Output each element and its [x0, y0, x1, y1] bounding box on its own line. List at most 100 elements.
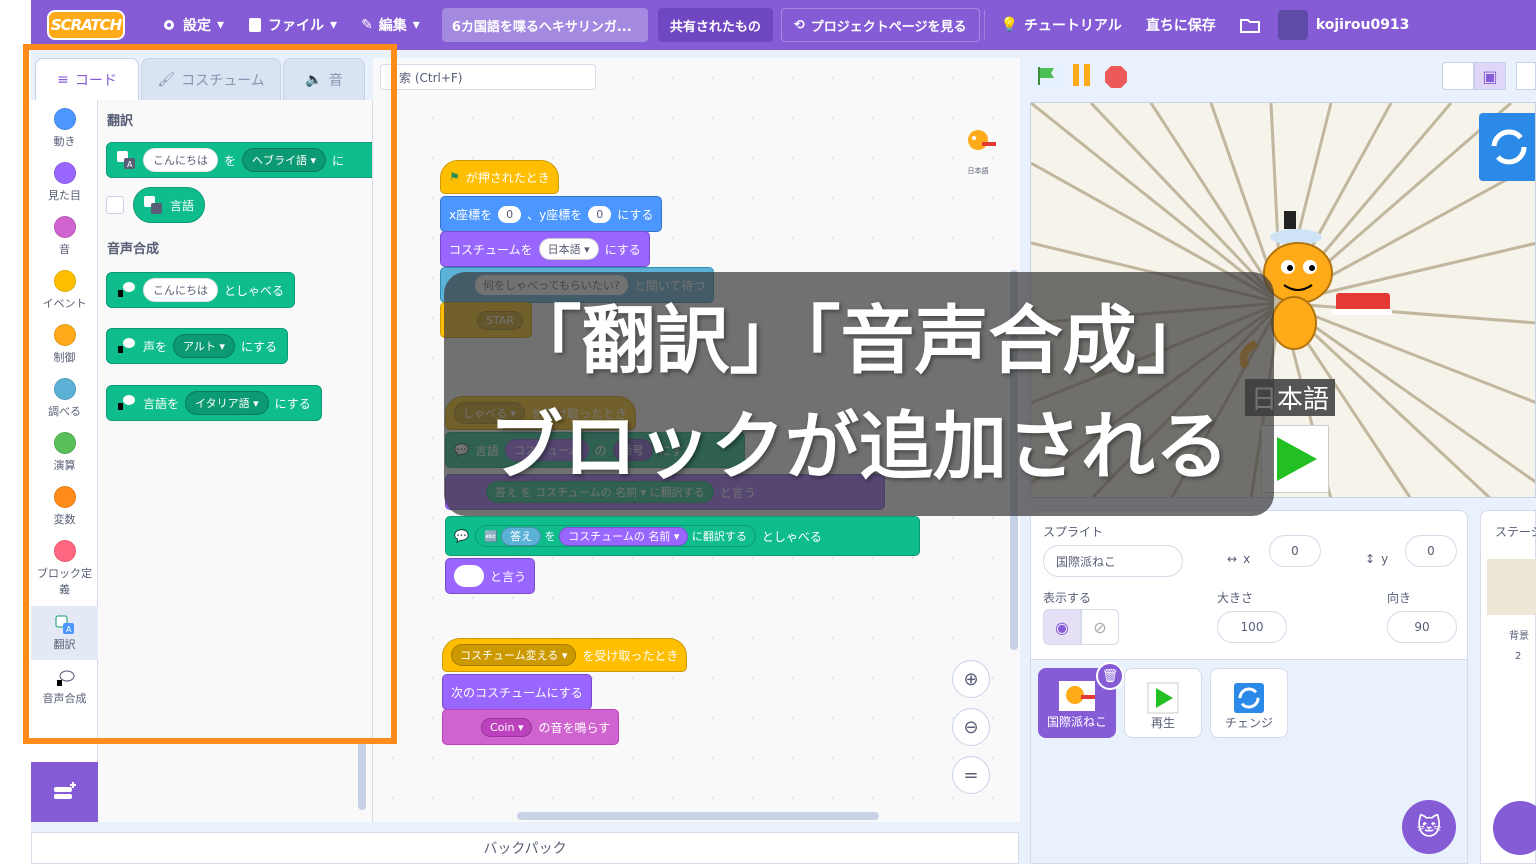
- set-tts-language-block[interactable]: 💬 言語 コスチューム の 番号 にする: [445, 432, 745, 468]
- category-sound[interactable]: 音: [31, 208, 98, 262]
- y-input[interactable]: 0: [1405, 535, 1457, 567]
- tts-language-dropdown[interactable]: イタリア語 ▾: [185, 391, 269, 415]
- broadcast-block[interactable]: STAR: [440, 302, 533, 338]
- sprite-name-input[interactable]: 国際派ねこ: [1043, 545, 1183, 577]
- hide-button[interactable]: ⊘: [1081, 609, 1119, 645]
- zoom-in-button[interactable]: ⊕: [952, 660, 990, 698]
- add-sprite-button[interactable]: 🐱: [1402, 800, 1456, 854]
- category-variables[interactable]: 変数: [31, 478, 98, 532]
- change-sprite[interactable]: [1479, 113, 1535, 181]
- stage[interactable]: 日本語: [1030, 102, 1536, 498]
- when-receive-costume-block[interactable]: コスチューム変える ▾ を受け取ったとき: [442, 638, 688, 672]
- backdrop-thumbnail[interactable]: [1487, 559, 1536, 615]
- sprite-tile[interactable]: 再生: [1124, 668, 1202, 738]
- set-voice-block[interactable]: 声を アルト ▾ にする: [106, 328, 289, 364]
- say-block[interactable]: と言う: [445, 558, 536, 594]
- say-empty-input[interactable]: [454, 565, 484, 587]
- category-translate[interactable]: A 翻訳: [31, 606, 98, 660]
- settings-menu[interactable]: 設定 ▾: [149, 0, 236, 50]
- speak-text-input[interactable]: こんにちは: [143, 278, 218, 302]
- tab-sounds[interactable]: 🔈 音: [283, 58, 365, 100]
- small-stage-button[interactable]: [1442, 62, 1474, 90]
- translate-block[interactable]: A こんにちは を ヘブライ語 ▾ に: [106, 142, 372, 178]
- ask-and-wait-block[interactable]: 何をしゃべってもらいたい? と聞いて待つ: [440, 267, 715, 303]
- speak-translation-block[interactable]: 💬 🔤 答え を コスチュームの 名前 ▾ に翻訳する としゃべる: [445, 516, 920, 556]
- ask-input[interactable]: 何をしゃべってもらいたい?: [475, 275, 628, 295]
- when-receive-block[interactable]: しゃべる ▾ を受け取ったとき: [445, 396, 637, 430]
- message-dropdown[interactable]: しゃべる ▾: [454, 402, 526, 424]
- speak-block[interactable]: こんにちは としゃべる: [106, 272, 296, 308]
- save-now-button[interactable]: 直ちに保存: [1134, 0, 1228, 50]
- broadcast-dropdown[interactable]: STAR: [477, 310, 524, 330]
- play-sprite[interactable]: [1261, 425, 1329, 493]
- add-backdrop-button[interactable]: [1493, 801, 1536, 855]
- set-language-block[interactable]: 言語を イタリア語 ▾ にする: [106, 385, 322, 421]
- delete-sprite-button[interactable]: 🗑: [1096, 662, 1124, 690]
- costume-reporter[interactable]: コスチューム: [504, 439, 589, 461]
- large-stage-button[interactable]: ▣: [1474, 62, 1506, 90]
- say-translation-block[interactable]: 答え を コスチュームの 名前 ▾ に翻訳する と言う: [445, 474, 885, 510]
- add-extension-button[interactable]: [31, 762, 98, 822]
- category-my-blocks[interactable]: ブロック定義: [31, 532, 98, 604]
- costume-dropdown[interactable]: 日本語 ▾: [538, 238, 599, 260]
- category-control[interactable]: 制御: [31, 316, 98, 370]
- x-input[interactable]: 0: [1269, 535, 1321, 567]
- project-title-input[interactable]: 6カ国語を喋るヘキサリンガ...: [441, 8, 648, 42]
- horizontal-scrollbar[interactable]: [517, 812, 879, 820]
- translate-reporter[interactable]: 🔤 答え を コスチュームの 名前 ▾ に翻訳する: [474, 525, 756, 547]
- backpack[interactable]: バックパック: [31, 832, 1019, 864]
- scratch-logo[interactable]: SCRATCH: [47, 10, 125, 40]
- translate-reporter[interactable]: 答え を コスチュームの 名前 ▾ に翻訳する: [486, 481, 714, 503]
- zoom-out-button[interactable]: ⊖: [952, 708, 990, 746]
- switch-costume-block[interactable]: コスチュームを 日本語 ▾ にする: [440, 231, 650, 267]
- text-input[interactable]: こんにちは: [143, 148, 218, 172]
- ni-label: に: [332, 153, 345, 168]
- language-dropdown[interactable]: ヘブライ語 ▾: [242, 148, 327, 172]
- my-stuff-button[interactable]: [1228, 0, 1272, 50]
- category-events[interactable]: イベント: [31, 262, 98, 316]
- answer-reporter[interactable]: 答え: [501, 527, 542, 546]
- tutorials-button[interactable]: 💡 チュートリアル: [989, 0, 1134, 50]
- size-input[interactable]: 100: [1217, 611, 1287, 643]
- language-checkbox[interactable]: [106, 196, 124, 214]
- sprite-tile[interactable]: チェンジ: [1210, 668, 1288, 738]
- category-text2speech[interactable]: 音声合成: [31, 660, 98, 714]
- edit-menu[interactable]: ✎ 編集 ▾: [349, 0, 432, 50]
- y-field-label: ↕ y: [1365, 543, 1388, 575]
- sound-dropdown[interactable]: Coin ▾: [481, 717, 533, 737]
- category-operators[interactable]: 演算: [31, 424, 98, 478]
- tab-code[interactable]: ≡ コード: [35, 58, 139, 100]
- message-dropdown[interactable]: コスチューム変える ▾: [451, 644, 577, 666]
- search-input[interactable]: 索 (Ctrl+F): [380, 64, 596, 90]
- project-page-button[interactable]: ⟲ プロジェクトページを見る: [780, 8, 980, 42]
- language-reporter-label: 言語: [170, 198, 195, 213]
- category-sensing[interactable]: 調べる: [31, 370, 98, 424]
- category-motion[interactable]: 動き: [31, 100, 98, 154]
- tab-costumes[interactable]: 🖌 コスチューム: [141, 58, 281, 100]
- pause-button[interactable]: [1068, 64, 1094, 90]
- category-looks[interactable]: 見た目: [31, 154, 98, 208]
- shared-button[interactable]: 共有されたもの: [657, 8, 773, 42]
- stop-button[interactable]: [1104, 65, 1128, 89]
- direction-input[interactable]: 90: [1387, 611, 1457, 643]
- palette-scrollbar[interactable]: [358, 740, 366, 810]
- play-sound-block[interactable]: Coin ▾ の音を鳴らす: [442, 709, 620, 745]
- x-input[interactable]: 0: [498, 205, 522, 223]
- when-flag-clicked-block[interactable]: ⚑ が押されたとき: [440, 160, 559, 194]
- number-dropdown[interactable]: 番号: [612, 439, 653, 461]
- next-costume-block[interactable]: 次のコスチュームにする: [442, 674, 592, 710]
- zoom-reset-button[interactable]: =: [952, 756, 990, 794]
- vertical-scrollbar[interactable]: [1010, 270, 1018, 650]
- file-menu[interactable]: ファイル ▾: [236, 0, 349, 50]
- translate-icon: A: [55, 615, 74, 634]
- fullscreen-button[interactable]: [1516, 62, 1536, 90]
- y-input[interactable]: 0: [588, 205, 612, 223]
- show-button[interactable]: ◉: [1043, 609, 1081, 645]
- language-reporter[interactable]: 言語: [133, 187, 206, 223]
- name-dropdown: 名前: [615, 486, 638, 499]
- green-flag-button[interactable]: [1030, 62, 1062, 90]
- user-menu[interactable]: kojirou0913: [1272, 10, 1416, 40]
- costume-reporter[interactable]: コスチュームの 名前 ▾: [559, 527, 689, 546]
- voice-dropdown[interactable]: アルト ▾: [173, 334, 235, 358]
- goto-xy-block[interactable]: x座標を 0 、y座標を 0 にする: [440, 196, 663, 232]
